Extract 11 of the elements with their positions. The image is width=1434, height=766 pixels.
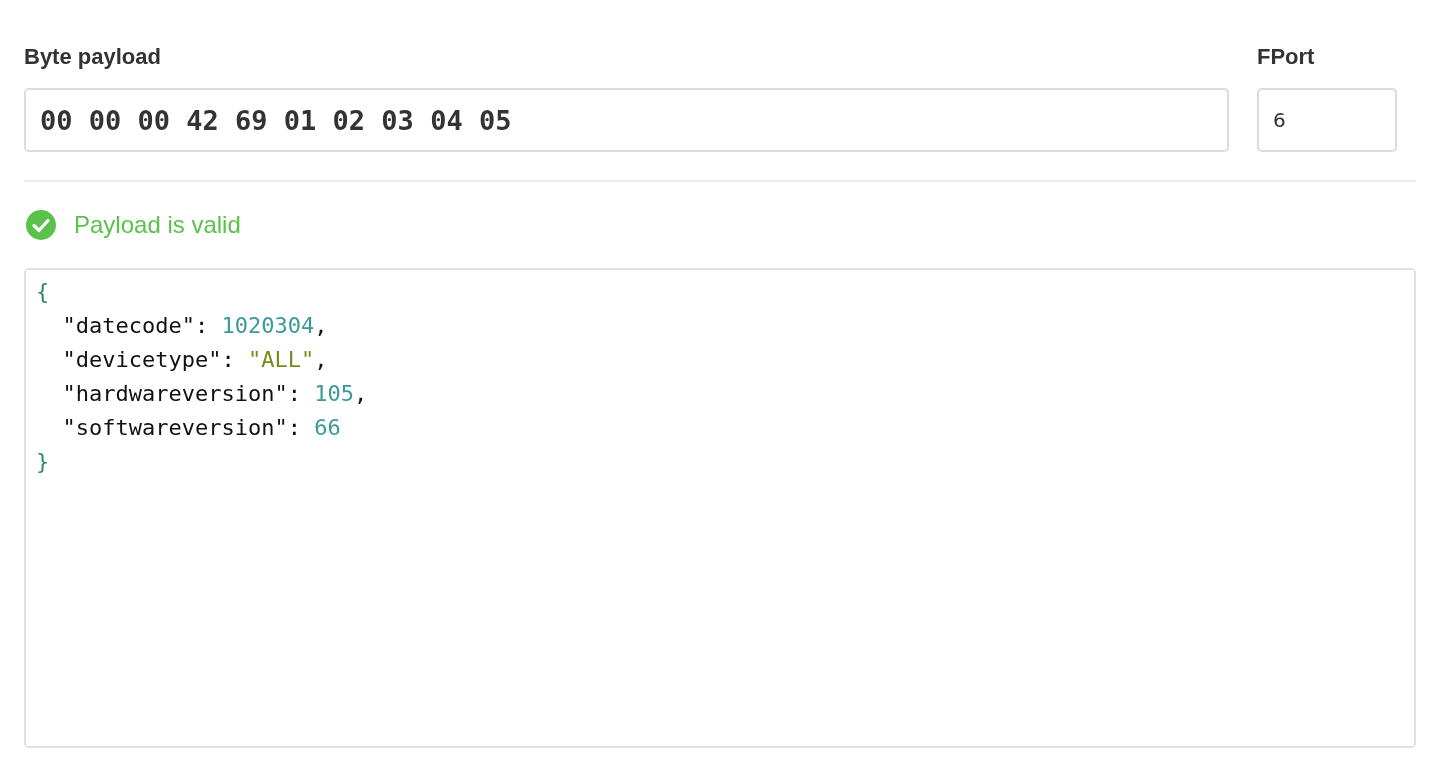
payload-input[interactable]: 00 00 00 42 69 01 02 03 04 05	[24, 88, 1229, 152]
field-label: Byte payload	[24, 43, 161, 71]
code-line: "hardwareversion": 105,	[61, 380, 368, 408]
fport-input[interactable]: 6	[1257, 88, 1397, 152]
code-line: }	[36, 448, 50, 476]
code-line: {	[36, 278, 50, 306]
status-message: Payload is valid	[74, 211, 241, 239]
code-line: "datecode": 1020304,	[61, 312, 328, 340]
code-line: "softwareversion": 66	[61, 414, 341, 442]
code-line: "devicetype": "ALL",	[61, 346, 328, 374]
field-label: FPort	[1257, 43, 1315, 71]
